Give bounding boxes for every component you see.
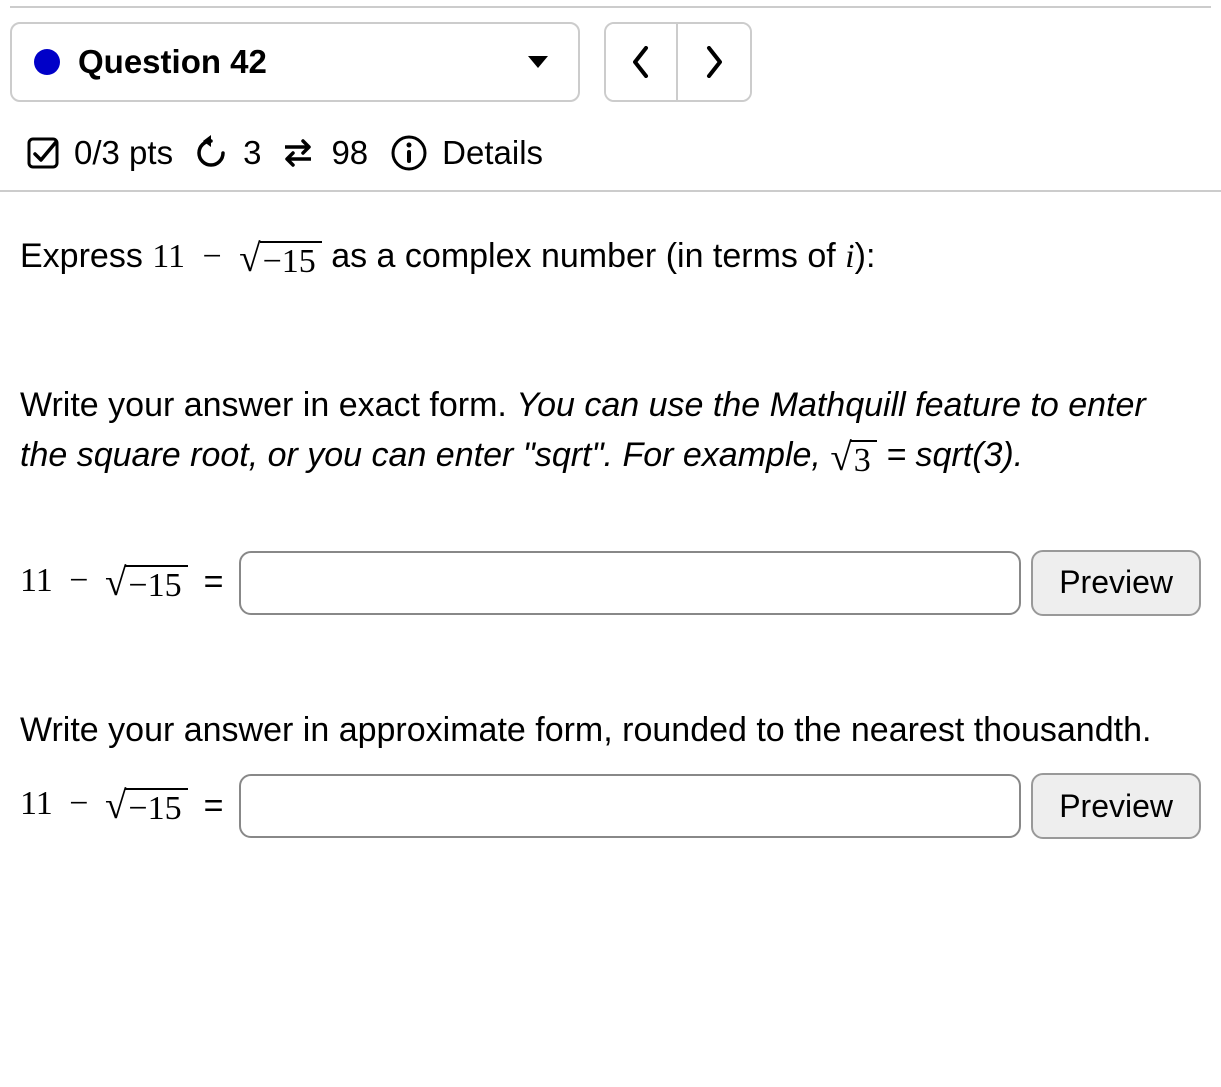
example-sqrt: √3 <box>830 440 876 479</box>
a2-a: 11 <box>20 785 53 822</box>
checkbox-icon <box>26 136 60 170</box>
question-label: Question 42 <box>78 43 510 81</box>
details-link[interactable]: Details <box>442 134 543 172</box>
retries-count: 3 <box>243 134 261 172</box>
chevron-right-icon <box>704 46 724 78</box>
question-selector[interactable]: Question 42 <box>10 22 580 102</box>
approx-instructions: Write your answer in approximate form, r… <box>20 706 1201 755</box>
next-question-button[interactable] <box>678 24 750 100</box>
reattempt-icon <box>279 135 317 171</box>
a1-sqrt-inner: −15 <box>125 565 187 604</box>
prompt-a: 11 <box>152 238 185 275</box>
sqrt-icon: √ <box>239 241 260 276</box>
prev-question-button[interactable] <box>606 24 678 100</box>
question-nav <box>604 22 752 102</box>
answer1-expression: 11 − √ −15 <box>20 562 188 604</box>
attempts-left: 98 <box>331 134 368 172</box>
i-variable: i <box>845 238 854 275</box>
answer-row-exact: 11 − √ −15 = Preview <box>20 550 1201 616</box>
prompt-suffix2: ): <box>855 237 876 275</box>
prompt-prefix: Express <box>20 237 152 275</box>
example-sqrt-inner: 3 <box>851 440 877 479</box>
preview-exact-button[interactable]: Preview <box>1031 550 1201 616</box>
sqrt-icon: √ <box>105 788 126 823</box>
instr-italic-tail: = sqrt(3). <box>877 436 1023 474</box>
header-row: Question 42 <box>0 8 1221 112</box>
caret-down-icon <box>528 56 548 68</box>
sqrt-icon: √ <box>105 565 126 600</box>
a2-sqrt-inner: −15 <box>125 788 187 827</box>
a1-a: 11 <box>20 562 53 599</box>
sqrt-inner: −15 <box>260 241 322 280</box>
answer-approx-input[interactable] <box>239 774 1021 838</box>
answer2-expression: 11 − √ −15 <box>20 785 188 827</box>
a1-sqrt: √ −15 <box>105 565 188 604</box>
a1-op: − <box>61 562 96 599</box>
question-content: Express 11 − √ −15 as a complex number (… <box>0 192 1221 849</box>
chevron-left-icon <box>631 46 651 78</box>
equals-sign: = <box>204 787 224 826</box>
instr-line1: Write your answer in exact form. <box>20 386 516 424</box>
info-icon <box>390 134 428 172</box>
question-prompt: Express 11 − √ −15 as a complex number (… <box>20 232 1201 281</box>
answer-row-approx: 11 − √ −15 = Preview <box>20 773 1201 839</box>
a2-sqrt: √ −15 <box>105 788 188 827</box>
prompt-op: − <box>194 238 229 275</box>
sqrt-icon: √ <box>830 440 851 475</box>
prompt-suffix: as a complex number (in terms of <box>331 237 845 275</box>
sqrt-expression: √ −15 <box>239 241 322 280</box>
preview-approx-button[interactable]: Preview <box>1031 773 1201 839</box>
instructions-block: Write your answer in exact form. You can… <box>20 381 1201 480</box>
score-text: 0/3 pts <box>74 134 173 172</box>
meta-row: 0/3 pts 3 98 Details <box>0 112 1221 192</box>
retry-icon <box>193 135 229 171</box>
status-dot-icon <box>34 49 60 75</box>
answer-exact-input[interactable] <box>239 551 1021 615</box>
a2-op: − <box>61 785 96 822</box>
equals-sign: = <box>204 563 224 602</box>
